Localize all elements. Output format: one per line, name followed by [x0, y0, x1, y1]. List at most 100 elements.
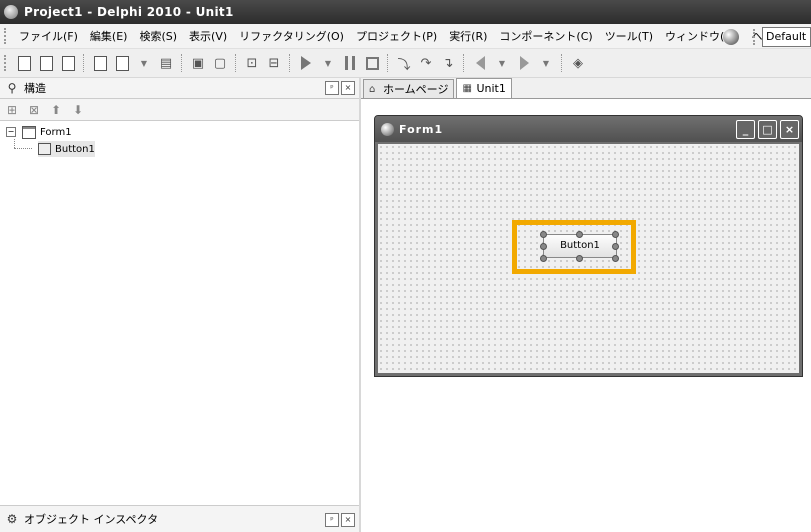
delphi-app-icon	[4, 5, 18, 19]
structure-panel-buttons: ᵖ ×	[323, 81, 355, 95]
menu-view[interactable]: 表示(V)	[183, 28, 233, 44]
structure-panel: ⚲ 構造 ᵖ × ⊞ ⊠ ⬆ ⬇ − Form1 Button1 ⚙ オブジェク…	[0, 78, 360, 532]
back-icon[interactable]	[472, 55, 488, 71]
form1-client-area[interactable]: Button1	[378, 144, 799, 373]
forward-icon[interactable]	[516, 55, 532, 71]
structure-icon: ⚲	[7, 81, 17, 95]
form1-caption: Form1	[399, 122, 444, 136]
remove-from-project-icon[interactable]: ⊟	[266, 55, 282, 71]
structure-panel-header: ⚲ 構造 ᵖ ×	[0, 78, 359, 99]
object-inspector-title: オブジェクト インスペクタ	[24, 513, 159, 526]
layout-grip	[753, 29, 758, 45]
unit-file-icon: ▦	[462, 83, 472, 94]
resize-handle[interactable]	[576, 255, 583, 262]
menu-project[interactable]: プロジェクト(P)	[350, 28, 443, 44]
object-inspector-buttons: ᵖ ×	[323, 513, 355, 527]
tree-connector	[14, 139, 16, 148]
resize-handle[interactable]	[540, 255, 547, 262]
form1-window[interactable]: Form1 _ □ × Button1	[374, 115, 803, 377]
pause-icon[interactable]	[342, 55, 358, 71]
toolbar-separator	[561, 54, 563, 72]
toolbar-separator	[463, 54, 465, 72]
structure-toolbar: ⊞ ⊠ ⬆ ⬇	[0, 99, 359, 121]
menu-file[interactable]: ファイル(F)	[13, 28, 84, 44]
move-down-icon[interactable]: ⬇	[69, 102, 87, 118]
reopen-icon[interactable]	[114, 55, 130, 71]
reopen-dropdown-icon[interactable]: ▼	[136, 55, 152, 71]
button-component-icon	[38, 143, 51, 155]
trace-into-icon[interactable]: ⤵	[396, 55, 412, 73]
resize-handle[interactable]	[576, 231, 583, 238]
menu-run[interactable]: 実行(R)	[443, 28, 493, 44]
minimize-button[interactable]: _	[736, 120, 755, 139]
component-palette-icon[interactable]: ◈	[570, 55, 586, 71]
structure-tree: − Form1 Button1	[0, 121, 359, 501]
tab-unit1[interactable]: ▦ Unit1	[456, 78, 512, 98]
open-file-icon[interactable]: ▢	[212, 55, 228, 71]
object-inspector-icon: ⚙	[6, 512, 18, 526]
form1-window-buttons: _ □ ×	[733, 120, 799, 139]
stop-icon[interactable]	[364, 55, 380, 71]
open-project-icon[interactable]	[60, 55, 76, 71]
save-icon[interactable]: ▤	[158, 55, 174, 71]
toolbar-separator	[83, 54, 85, 72]
collapse-toggle[interactable]: −	[6, 127, 16, 137]
form-designer: Form1 _ □ × Button1	[361, 99, 811, 532]
close-button[interactable]: ×	[341, 81, 355, 95]
globe-icon[interactable]	[723, 29, 739, 45]
tree-node-label: Form1	[40, 126, 72, 138]
run-to-cursor-icon[interactable]: ↴	[440, 55, 456, 71]
menu-bar: ファイル(F) 編集(E) 検索(S) 表示(V) リファクタリング(O) プロ…	[0, 24, 811, 49]
step-over-icon[interactable]: ↷	[418, 55, 434, 71]
tab-label: Unit1	[476, 82, 506, 95]
tree-node-form1[interactable]: − Form1	[6, 124, 72, 140]
delete-icon[interactable]: ⊠	[25, 102, 43, 118]
maximize-button[interactable]: □	[758, 120, 777, 139]
resize-handle[interactable]	[612, 255, 619, 262]
open-icon[interactable]	[38, 55, 54, 71]
form-icon	[22, 125, 36, 139]
main-toolbar: ▼ ▤ ▣ ▢ ⊡ ⊟ ▼ ⤵ ↷ ↴ ▼ ▼ ◈	[0, 49, 811, 78]
forward-dropdown-icon[interactable]: ▼	[538, 55, 554, 71]
run-dropdown-icon[interactable]: ▼	[320, 55, 336, 71]
menu-component[interactable]: コンポーネント(C)	[493, 28, 598, 44]
editor-tabs: ⌂ ホームページ ▦ Unit1	[361, 78, 811, 99]
close-button[interactable]: ×	[341, 513, 355, 527]
add-to-project-icon[interactable]: ⊡	[244, 55, 260, 71]
new-form-icon[interactable]	[92, 55, 108, 71]
back-dropdown-icon[interactable]: ▼	[494, 55, 510, 71]
object-inspector-header[interactable]: ⚙ オブジェクト インスペクタ ᵖ ×	[0, 505, 359, 532]
close-button[interactable]: ×	[780, 120, 799, 139]
menu-tools[interactable]: ツール(T)	[599, 28, 659, 44]
save-all-icon[interactable]: ▣	[190, 55, 206, 71]
resize-handle[interactable]	[612, 231, 619, 238]
expand-all-icon[interactable]: ⊞	[3, 102, 21, 118]
move-up-icon[interactable]: ⬆	[47, 102, 65, 118]
resize-handle[interactable]	[540, 231, 547, 238]
toolbar-separator	[235, 54, 237, 72]
desktop-layout-select[interactable]: Default L	[762, 27, 811, 47]
run-icon[interactable]	[298, 55, 314, 71]
menu-edit[interactable]: 編集(E)	[84, 28, 134, 44]
resize-handle[interactable]	[612, 243, 619, 250]
form-icon	[381, 122, 394, 136]
toolbar-separator	[289, 54, 291, 72]
menu-refactor[interactable]: リファクタリング(O)	[233, 28, 350, 44]
menu-right-area: Default L	[723, 27, 811, 47]
pin-button[interactable]: ᵖ	[325, 513, 339, 527]
tree-connector	[14, 148, 32, 150]
new-items-icon[interactable]	[16, 55, 32, 71]
menu-search[interactable]: 検索(S)	[133, 28, 183, 44]
structure-panel-title: 構造	[24, 82, 46, 95]
tree-node-button1[interactable]: Button1	[38, 141, 95, 157]
toolbar-separator	[181, 54, 183, 72]
toolbar-grip[interactable]	[4, 55, 9, 71]
menu-grip[interactable]	[4, 28, 9, 44]
resize-handle[interactable]	[540, 243, 547, 250]
pin-button[interactable]: ᵖ	[325, 81, 339, 95]
window-title: Project1 - Delphi 2010 - Unit1	[24, 5, 234, 19]
toolbar-separator	[387, 54, 389, 72]
title-bar: Project1 - Delphi 2010 - Unit1	[0, 0, 811, 24]
tab-home-page[interactable]: ⌂ ホームページ	[363, 79, 455, 98]
form1-title-bar[interactable]: Form1 _ □ ×	[375, 116, 802, 142]
